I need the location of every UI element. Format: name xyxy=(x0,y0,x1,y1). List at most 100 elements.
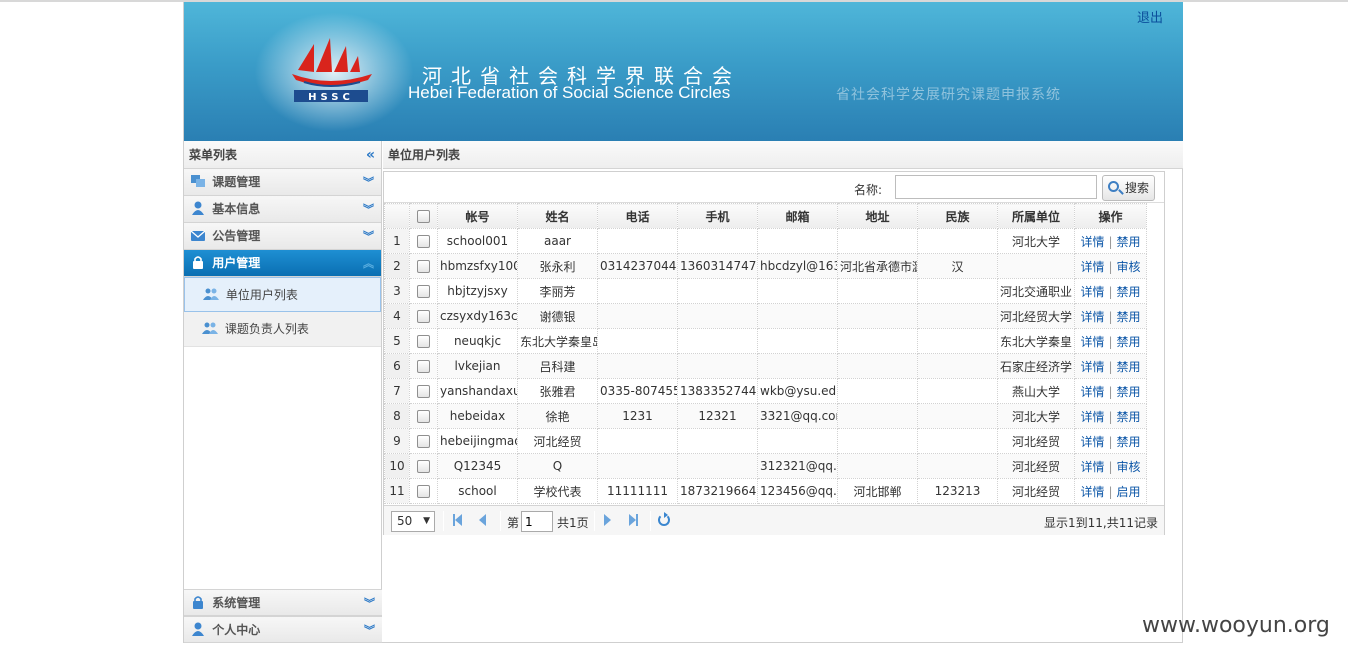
column-header[interactable]: 姓名 xyxy=(517,203,598,229)
table-row[interactable]: 7 yanshandaxue张雅君0335-807455113833527441w… xyxy=(384,378,1147,404)
status-action-link[interactable]: 禁用 xyxy=(1117,385,1141,399)
column-header[interactable]: 所属单位 xyxy=(997,203,1075,229)
detail-link[interactable]: 详情 xyxy=(1080,235,1104,249)
menu-personal-center[interactable]: 个人中心 ︾ xyxy=(184,616,382,643)
column-header[interactable]: 手机 xyxy=(677,203,758,229)
detail-link[interactable]: 详情 xyxy=(1080,260,1104,274)
detail-link[interactable]: 详情 xyxy=(1080,385,1104,399)
detail-link[interactable]: 详情 xyxy=(1080,335,1104,349)
menu-user-management[interactable]: 用户管理 ︽ xyxy=(184,250,381,277)
detail-link[interactable]: 详情 xyxy=(1080,435,1104,449)
collapse-sidebar-icon[interactable]: « xyxy=(366,141,375,169)
status-action-link[interactable]: 禁用 xyxy=(1117,285,1141,299)
detail-link[interactable]: 详情 xyxy=(1080,360,1104,374)
row-checkbox[interactable] xyxy=(417,235,430,248)
row-checkbox[interactable] xyxy=(417,260,430,273)
table-row[interactable]: 6 lvkejian 吕科建 石家庄经济学 详情 | 禁用 xyxy=(384,353,1147,379)
users-icon xyxy=(202,322,218,334)
cell-address xyxy=(837,428,918,454)
status-action-link[interactable]: 禁用 xyxy=(1117,410,1141,424)
search-label: 名称: xyxy=(854,183,883,197)
row-number: 9 xyxy=(384,428,410,454)
row-checkbox[interactable] xyxy=(417,385,430,398)
first-page-icon[interactable] xyxy=(453,514,467,528)
row-number: 11 xyxy=(384,478,410,504)
column-header[interactable]: 帐号 xyxy=(437,203,518,229)
row-checkbox-cell xyxy=(409,428,438,454)
user-icon xyxy=(192,201,204,215)
action-separator: | xyxy=(1108,359,1113,374)
mail-icon xyxy=(190,230,206,241)
cell-ethnic xyxy=(917,353,998,379)
menu-basic-info[interactable]: 基本信息 ︾ xyxy=(184,196,381,223)
status-action-link[interactable]: 禁用 xyxy=(1117,435,1141,449)
last-page-icon[interactable] xyxy=(629,514,643,528)
table-row[interactable]: 1 school001 aaar 河北大学 详情 | 禁用 xyxy=(384,228,1147,254)
next-page-icon[interactable] xyxy=(604,514,618,528)
status-action-link[interactable]: 审核 xyxy=(1117,460,1141,474)
cell-name: 东北大学秦皇岛 xyxy=(517,328,598,354)
chevron-down-icon: ︾ xyxy=(363,176,374,189)
detail-link[interactable]: 详情 xyxy=(1080,310,1104,324)
page-size-select[interactable]: 50 ▼ xyxy=(391,511,435,532)
column-header[interactable]: 邮箱 xyxy=(757,203,838,229)
detail-link[interactable]: 详情 xyxy=(1080,460,1104,474)
status-action-link[interactable]: 启用 xyxy=(1117,485,1141,499)
status-action-link[interactable]: 审核 xyxy=(1117,260,1141,274)
prev-page-icon[interactable] xyxy=(479,514,493,528)
sub-item-label: 单位用户列表 xyxy=(225,288,298,302)
sidebar-item-unit-users[interactable]: 单位用户列表 xyxy=(184,277,381,312)
menu-topic-management[interactable]: 课题管理 ︾ xyxy=(184,169,381,196)
cell-name: Q xyxy=(517,453,598,479)
user-grid-panel: 名称: 搜索 帐号 姓名 电话 手机 邮箱 地址 民族 所属单位 操作 1 sc… xyxy=(383,171,1165,535)
cell-name: aaar xyxy=(517,228,598,254)
select-all-checkbox[interactable] xyxy=(417,210,430,223)
search-button[interactable]: 搜索 xyxy=(1102,175,1155,201)
page-prefix: 第 xyxy=(507,516,520,530)
table-row[interactable]: 3 hbjtzyjsxy 李丽芳 河北交通职业 详情 | 禁用 xyxy=(384,278,1147,304)
row-checkbox[interactable] xyxy=(417,410,430,423)
row-checkbox-cell xyxy=(409,253,438,279)
cell-address xyxy=(837,403,918,429)
menu-system-management[interactable]: 系统管理 ︾ xyxy=(184,589,382,616)
row-checkbox[interactable] xyxy=(417,285,430,298)
status-action-link[interactable]: 禁用 xyxy=(1117,310,1141,324)
search-input[interactable] xyxy=(895,175,1097,199)
detail-link[interactable]: 详情 xyxy=(1080,410,1104,424)
column-header[interactable]: 民族 xyxy=(917,203,998,229)
row-checkbox[interactable] xyxy=(417,360,430,373)
cell-email: 123456@qq.co xyxy=(757,478,838,504)
menu-notice-management[interactable]: 公告管理 ︾ xyxy=(184,223,381,250)
menu-label: 公告管理 xyxy=(212,229,261,243)
table-row[interactable]: 2 hbmzsfxy1009张永利0314237044013603147479hb… xyxy=(384,253,1147,279)
row-checkbox[interactable] xyxy=(417,435,430,448)
status-action-link[interactable]: 禁用 xyxy=(1117,335,1141,349)
column-header[interactable]: 电话 xyxy=(597,203,678,229)
table-row[interactable]: 10 Q12345Q 312321@qq.co 河北经贸详情 | 审核 xyxy=(384,453,1147,479)
refresh-icon[interactable] xyxy=(658,512,670,526)
detail-link[interactable]: 详情 xyxy=(1080,485,1104,499)
cell-mobile xyxy=(677,228,758,254)
cell-email: 312321@qq.co xyxy=(757,453,838,479)
cell-account: hbmzsfxy1009 xyxy=(437,253,518,279)
page-number-input[interactable] xyxy=(521,511,553,532)
cell-account: yanshandaxue xyxy=(437,378,518,404)
status-action-link[interactable]: 禁用 xyxy=(1117,235,1141,249)
cell-account: hbjtzyjsxy xyxy=(437,278,518,304)
table-row[interactable]: 4 czsyxdy163com谢德银 河北经贸大学详情 | 禁用 xyxy=(384,303,1147,329)
hssc-logo-icon: HSSC xyxy=(292,38,372,103)
row-checkbox[interactable] xyxy=(417,335,430,348)
row-checkbox[interactable] xyxy=(417,310,430,323)
status-action-link[interactable]: 禁用 xyxy=(1117,360,1141,374)
table-row[interactable]: 8 hebeidax徐艳1231123213321@qq.com 河北大学详情 | 禁用 xyxy=(384,403,1147,429)
column-header[interactable]: 地址 xyxy=(837,203,918,229)
cell-email: hbcdzyl@163. xyxy=(757,253,838,279)
table-row[interactable]: 11 school 学校代表 11111111 18732196647 123456@qq… xyxy=(384,478,1147,504)
table-row[interactable]: 9 hebeijingmao 河北经贸 河北经贸 详情 | 禁用 xyxy=(384,428,1147,454)
row-checkbox[interactable] xyxy=(417,485,430,498)
detail-link[interactable]: 详情 xyxy=(1080,285,1104,299)
table-row[interactable]: 5 neuqkjc 东北大学秦皇岛 东北大学秦皇 详情 | 禁用 xyxy=(384,328,1147,354)
sidebar-item-topic-leaders[interactable]: 课题负责人列表 xyxy=(184,312,381,347)
row-checkbox[interactable] xyxy=(417,460,430,473)
logout-link[interactable]: 退出 xyxy=(1137,7,1163,26)
